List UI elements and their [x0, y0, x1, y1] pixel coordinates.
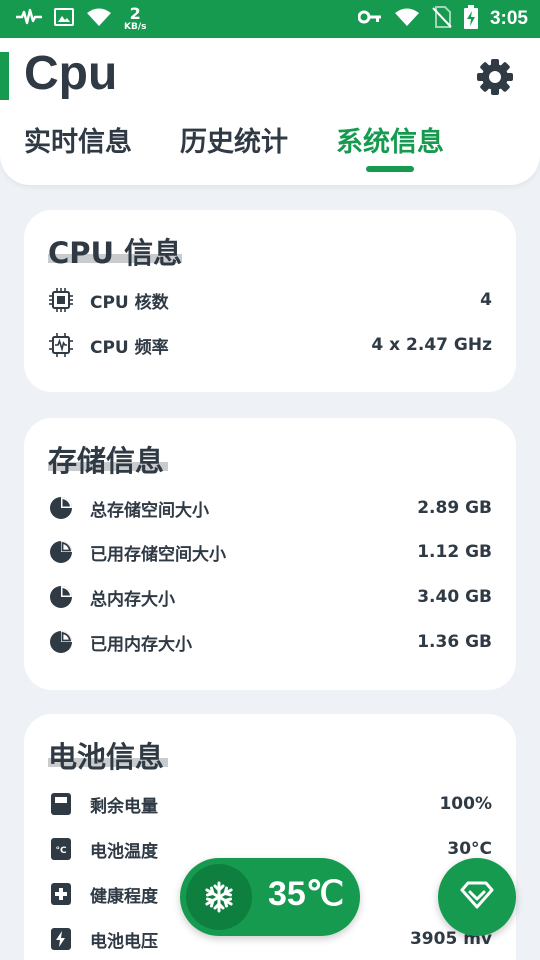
tab-bar: 实时信息 历史统计 系统信息: [0, 120, 540, 160]
cooling-temperature-button[interactable]: 35℃: [180, 858, 360, 936]
total-storage-row: 总存储空间大小 2.89 GB: [48, 493, 492, 523]
total-storage-label: 总存储空间大小: [90, 500, 209, 521]
tab-realtime-info[interactable]: 实时信息: [24, 120, 132, 159]
used-memory-label: 已用内存大小: [90, 634, 192, 655]
used-memory-row: 已用内存大小 1.36 GB: [48, 627, 492, 657]
title-accent-bar: [0, 52, 9, 100]
cpu-cores-label: CPU 核数: [90, 292, 169, 313]
battery-temperature-value: 30°C: [447, 839, 492, 859]
app-header: Cpu 实时信息 历史统计 系统信息: [0, 38, 540, 185]
total-memory-label: 总内存大小: [90, 589, 175, 610]
cpu-frequency-value: 4 x 2.47 GHz: [371, 335, 492, 355]
wifi-icon: [86, 7, 112, 31]
wifi-signal-icon: [394, 7, 420, 31]
settings-button[interactable]: [476, 58, 514, 96]
tab-system-info[interactable]: 系统信息: [336, 120, 444, 159]
used-storage-row: 已用存储空间大小 1.12 GB: [48, 537, 492, 567]
cpu-frequency-icon: [48, 332, 74, 358]
key-icon: [357, 9, 382, 29]
total-memory-row: 总内存大小 3.40 GB: [48, 582, 492, 612]
battery-level-label: 剩余电量: [90, 796, 158, 817]
cpu-info-title: CPU 信息: [48, 236, 183, 270]
tab-history-stats[interactable]: 历史统计: [180, 120, 288, 159]
total-memory-value: 3.40 GB: [417, 587, 492, 607]
battery-health-label: 健康程度: [90, 886, 158, 907]
cpu-frequency-row: CPU 频率 4 x 2.47 GHz: [48, 330, 492, 360]
pie-chart-icon: [48, 495, 74, 521]
cpu-chip-icon: [48, 287, 74, 313]
network-speed: 2 KB/s: [124, 6, 146, 32]
battery-info-title: 电池信息: [48, 740, 165, 774]
battery-health-icon: [48, 881, 74, 907]
network-speed-unit: KB/s: [124, 22, 147, 32]
storage-info-title: 存储信息: [48, 444, 165, 478]
cpu-frequency-label: CPU 频率: [90, 337, 169, 358]
status-bar: 2 KB/s 3:05: [0, 0, 540, 38]
pie-chart-icon: [48, 539, 74, 565]
page-title: Cpu: [24, 47, 118, 100]
svg-text:°C: °C: [55, 846, 67, 856]
network-speed-value: 2: [129, 4, 141, 23]
battery-level-value: 100%: [439, 794, 492, 814]
storage-info-card: 存储信息 总存储空间大小 2.89 GB 已用存储空间大小 1.12 GB 总内…: [24, 418, 516, 690]
active-tab-indicator: [366, 166, 414, 172]
snowflake-icon: [186, 864, 252, 930]
battery-temperature-icon: °C: [48, 836, 74, 862]
pie-chart-icon: [48, 584, 74, 610]
battery-temperature-label: 电池温度: [90, 841, 158, 862]
clock: 3:05: [489, 8, 528, 29]
diamond-icon: [460, 881, 494, 913]
battery-level-row: 剩余电量 100%: [48, 789, 492, 819]
used-memory-value: 1.36 GB: [417, 632, 492, 652]
pie-chart-icon: [48, 629, 74, 655]
cpu-info-card: CPU 信息 CPU 核数 4 CPU 频率 4 x 2.47 GHz: [24, 210, 516, 392]
used-storage-value: 1.12 GB: [417, 542, 492, 562]
total-storage-value: 2.89 GB: [417, 498, 492, 518]
activity-icon: [16, 7, 42, 31]
cpu-cores-value: 4: [480, 290, 492, 310]
battery-voltage-label: 电池电压: [90, 931, 158, 952]
no-sim-icon: [432, 6, 452, 32]
used-storage-label: 已用存储空间大小: [90, 544, 226, 565]
cpu-temperature-value: 35℃: [268, 875, 345, 913]
battery-voltage-icon: [48, 926, 74, 952]
battery-level-icon: [48, 791, 74, 817]
gear-icon: [476, 59, 514, 100]
boost-button[interactable]: [438, 858, 516, 936]
battery-charging-icon: [463, 5, 478, 33]
image-icon: [54, 7, 74, 31]
cpu-cores-row: CPU 核数 4: [48, 285, 492, 315]
